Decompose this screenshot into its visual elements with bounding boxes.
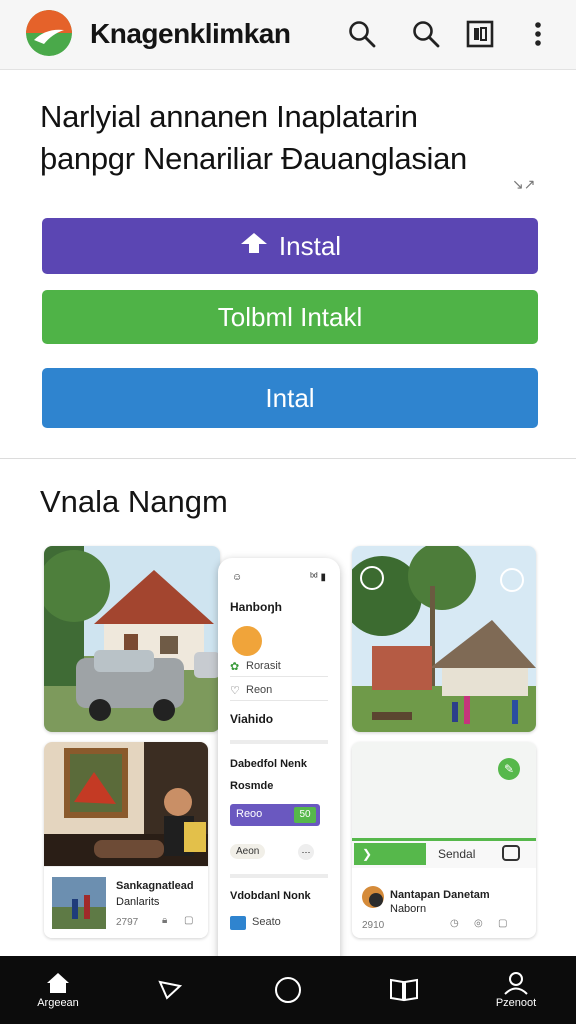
screenshot-interior[interactable]: Sankagnatlead Danlarits 2797 🔒︎ ▢ [44,742,208,938]
install-button-secondary-label: Tolbml Intakl [217,301,363,332]
photo-icon [230,916,246,930]
card-title-2: Nantapan Danetam [390,889,490,901]
install-button-tertiary-label: Intal [265,382,315,413]
bottom-navigation: Argeean Pzenoot [0,956,576,1024]
status-time: ☺ [232,572,243,583]
share-card-top [352,742,536,842]
phone-item-2[interactable]: Reon [246,684,272,696]
search-icon-secondary[interactable] [408,16,444,52]
phone-divider [230,700,328,701]
chip-value: 50 [294,807,316,823]
nav-profile[interactable]: Pzenoot [478,956,554,1024]
headline-line-2: þanpgr Nenariliar Ðauanglasian [40,141,467,176]
screen-icon[interactable] [462,16,498,52]
book-icon [390,978,418,1002]
phone-section-2: Viahido [230,712,274,726]
bookmark-icon-2[interactable]: ▢ [498,918,507,929]
page-headline: Narlyial annanen Inaplatarin þanpgr Nena… [40,96,520,180]
more-options-icon[interactable] [520,16,556,52]
emoji-icon [232,626,262,656]
lock-icon[interactable]: 🔒︎ [162,915,167,926]
install-button-primary-label: Instal [278,230,342,261]
phone-pill[interactable]: Aeon [230,844,266,859]
phone-section-3-line2: Rosmde [230,780,274,792]
phone-heading: Hanboŋh [230,600,282,614]
share-bar: ❯ Sendal [352,838,536,868]
bookmark-icon[interactable]: ▢ [184,915,193,926]
card-subtitle-2: Naborn [390,903,427,915]
twitter-icon[interactable]: ❯ [354,843,426,865]
phone-item-5[interactable]: Seato [252,916,281,928]
phone-item-1[interactable]: Rorasit [246,660,281,672]
card-meta-2: 2910 [362,920,385,931]
phone-divider [230,740,328,744]
send-button-label: Sendal [438,847,476,861]
headline-line-1: Narlyial annanen Inaplatarin [40,99,418,134]
nav-back[interactable] [132,956,208,1024]
badge-icon[interactable]: ◎ [474,918,483,929]
app-logo-icon [26,10,72,56]
screenshot-village[interactable] [352,546,536,732]
phone-section-4: Vdobdanl Nonk [230,890,311,902]
back-triangle-icon [158,980,183,1000]
leaf-small-icon: ✿ [230,661,240,673]
home-icon [47,973,69,993]
card-title: Sankagnatlead [116,880,194,892]
phone-chip[interactable]: Reoo 50 [230,804,320,826]
phone-preview[interactable]: ☺ ᵇᵈ ▮ Hanboŋh ✿ Rorasit ♡ Reon Viahido … [218,558,340,978]
profile-icon [504,972,528,995]
clock-icon[interactable]: ◷ [450,918,459,929]
install-button-tertiary[interactable]: Intal [42,368,538,428]
status-signal: ᵇᵈ ▮ [310,572,326,583]
section-title: Vnala Nangm [40,484,228,519]
heart-icon: ♡ [230,685,240,697]
nav-library[interactable] [366,956,442,1024]
leaf-icon[interactable]: ✎ [498,758,520,780]
nav-home[interactable]: Argeean [20,956,96,1024]
share-icon[interactable] [502,845,520,861]
install-button-secondary[interactable]: Tolbml Intakl [42,290,538,344]
sparkle-icon: ↘↗ [512,176,536,192]
circle-icon [275,977,301,1003]
phone-section-3-line1: Dabedfol Nenk [230,758,308,770]
nav-home-circle[interactable] [250,956,326,1024]
screenshot-house-car[interactable] [44,546,220,732]
screenshot-share-card[interactable]: ✎ ❯ Sendal Nantapan Danetam Naborn 2910 … [352,742,536,938]
nav-home-label: Argeean [37,997,79,1009]
nav-profile-label: Pzenoot [495,997,537,1009]
chip-label: Reoo [236,808,263,820]
more-icon[interactable]: ⋯ [298,844,314,860]
app-title: Knagenklimkan [90,18,291,49]
card-subtitle: Danlarits [116,896,160,908]
avatar [362,886,384,908]
interior-card-footer: Sankagnatlead Danlarits 2797 🔒︎ ▢ [44,866,208,938]
install-arrow-icon [239,231,269,262]
thumbnail-image [52,877,106,929]
app-bar: Knagenklimkan [0,0,576,70]
card-meta: 2797 [116,917,139,928]
phone-divider [230,874,328,878]
install-button-primary[interactable]: Instal [42,218,538,274]
search-icon[interactable] [344,16,380,52]
phone-divider [230,676,328,677]
section-divider [0,458,576,459]
